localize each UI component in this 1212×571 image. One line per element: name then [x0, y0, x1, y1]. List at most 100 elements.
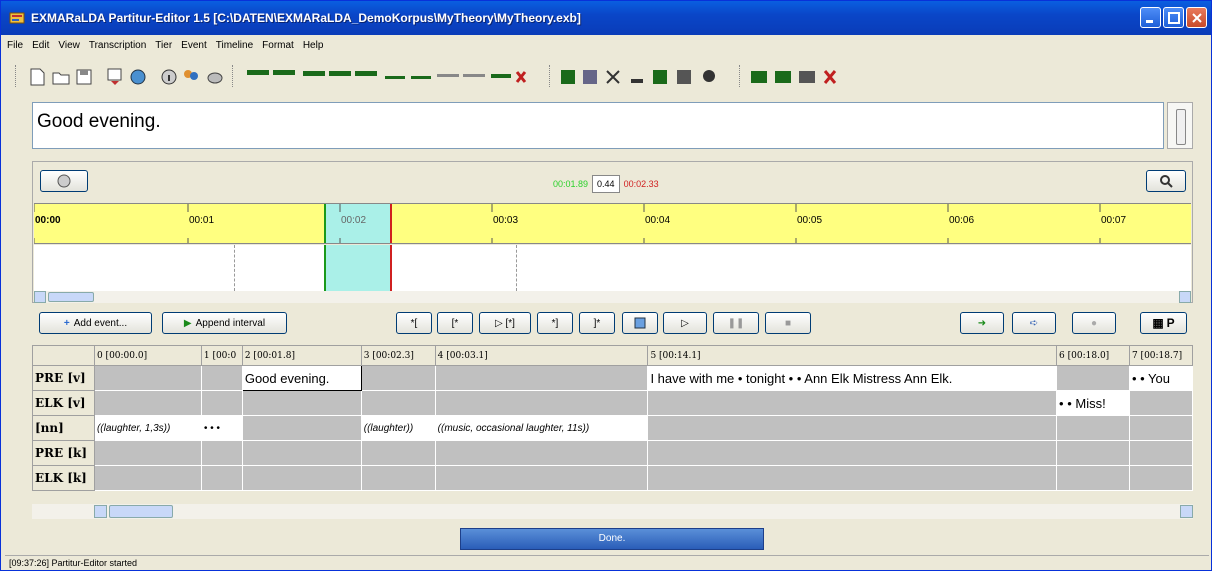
event-cell[interactable]: [434, 440, 649, 466]
menu-format[interactable]: Format: [262, 40, 294, 51]
menu-event[interactable]: Event: [181, 40, 207, 51]
event-cell[interactable]: [360, 365, 436, 391]
grid-scrollbar[interactable]: [32, 504, 1193, 519]
scroll-thumb[interactable]: [48, 292, 94, 302]
event-cell[interactable]: [434, 365, 649, 391]
media-panel-button[interactable]: [40, 170, 88, 192]
tier-label[interactable]: PRE [k]: [32, 440, 95, 466]
open-folder-icon[interactable]: [51, 67, 71, 87]
zoom-button[interactable]: [1146, 170, 1186, 192]
new-file-icon[interactable]: [27, 67, 47, 87]
font-size-slider[interactable]: [1167, 102, 1193, 149]
timepoint-header[interactable]: 4 [00:03.1]: [434, 345, 649, 366]
menu-tier[interactable]: Tier: [155, 40, 172, 51]
scroll-left-arrow[interactable]: [94, 505, 107, 518]
event-cell[interactable]: [1128, 390, 1194, 416]
scroll-thumb[interactable]: [109, 505, 173, 518]
minimize-button[interactable]: [1140, 7, 1161, 28]
event-text-editor[interactable]: Good evening.: [32, 102, 1164, 149]
event-cell[interactable]: [93, 365, 202, 391]
menu-help[interactable]: Help: [303, 40, 324, 51]
event-cell[interactable]: ((laughter)): [360, 415, 436, 441]
event-cell[interactable]: [1128, 465, 1194, 491]
event-cell[interactable]: [647, 465, 1058, 491]
event-cell[interactable]: [200, 465, 243, 491]
event-cell[interactable]: • • •: [200, 415, 243, 441]
tier-label[interactable]: [nn]: [32, 415, 95, 441]
timepoint-header[interactable]: 1 [00:0: [200, 345, 243, 366]
event-cell[interactable]: [1056, 465, 1130, 491]
event-cell[interactable]: [647, 440, 1058, 466]
event-edit-icons[interactable]: [245, 67, 535, 87]
event-cell[interactable]: [93, 390, 202, 416]
event-cell[interactable]: [1056, 365, 1130, 391]
time-ruler[interactable]: 00:00 00:01 00:02 00:03 00:04 00:05 00:0…: [34, 203, 1191, 244]
timeline-edit-icons[interactable]: [749, 67, 849, 87]
event-cell[interactable]: [360, 465, 436, 491]
info-icon[interactable]: [159, 67, 179, 87]
event-cell[interactable]: [200, 390, 243, 416]
add-event-button[interactable]: + Add event...: [39, 312, 152, 334]
scroll-right-arrow[interactable]: [1179, 291, 1191, 303]
event-cell[interactable]: ((music, occasional laughter, 11s)): [434, 415, 649, 441]
play-selection-button[interactable]: ▷ [*]: [479, 312, 531, 334]
timepoint-header[interactable]: 6 [00:18.0]: [1056, 345, 1130, 366]
event-cell[interactable]: • • You: [1128, 365, 1194, 391]
event-cell[interactable]: [360, 440, 436, 466]
tier-label[interactable]: PRE [v]: [32, 365, 95, 391]
event-cell[interactable]: [434, 390, 649, 416]
save-icon[interactable]: [74, 67, 94, 87]
event-cell[interactable]: [241, 465, 362, 491]
event-cell[interactable]: [1128, 415, 1194, 441]
media-icon[interactable]: [205, 67, 225, 87]
event-cell[interactable]: [1056, 415, 1130, 441]
event-cell[interactable]: [647, 390, 1058, 416]
timeline-scrollbar[interactable]: [34, 291, 1191, 303]
event-cell[interactable]: [241, 415, 362, 441]
tier-label[interactable]: ELK [k]: [32, 465, 95, 491]
navigate-button[interactable]: ➪: [1012, 312, 1056, 334]
timepoint-header[interactable]: 0 [00:00.0]: [93, 345, 202, 366]
play-button[interactable]: ▷: [663, 312, 707, 334]
event-cell[interactable]: ((laughter, 1,3s)): [93, 415, 202, 441]
web-icon[interactable]: [128, 67, 148, 87]
event-cell[interactable]: [1128, 440, 1194, 466]
close-button[interactable]: [1186, 7, 1207, 28]
mark-button[interactable]: [*: [437, 312, 473, 334]
event-cell[interactable]: Good evening.: [241, 365, 362, 391]
event-cell[interactable]: [93, 465, 202, 491]
speakers-icon[interactable]: [181, 67, 201, 87]
scroll-right-arrow[interactable]: [1180, 505, 1193, 518]
stop-button[interactable]: ■: [765, 312, 811, 334]
event-cell[interactable]: [241, 440, 362, 466]
event-cell[interactable]: [241, 390, 362, 416]
maximize-button[interactable]: [1163, 7, 1184, 28]
tier-label[interactable]: ELK [v]: [32, 390, 95, 416]
append-interval-button[interactable]: ▶ Append interval: [162, 312, 287, 334]
timepoint-header[interactable]: 7 [00:18.7]: [1128, 345, 1194, 366]
loop-button[interactable]: [622, 312, 658, 334]
event-cell[interactable]: • • Miss!: [1056, 390, 1130, 416]
export-icon[interactable]: [105, 67, 125, 87]
menu-edit[interactable]: Edit: [32, 40, 49, 51]
tier-edit-icons[interactable]: [559, 67, 729, 87]
scroll-left-arrow[interactable]: [34, 291, 46, 303]
mark-button[interactable]: *[: [396, 312, 432, 334]
record-button[interactable]: ●: [1072, 312, 1116, 334]
menu-file[interactable]: File: [7, 40, 23, 51]
event-cell[interactable]: I have with me • tonight • • Ann Elk Mis…: [647, 365, 1058, 391]
timepoint-header[interactable]: 2 [00:01.8]: [241, 345, 362, 366]
slider-thumb[interactable]: [1176, 109, 1186, 145]
event-cell[interactable]: [200, 365, 243, 391]
timepoint-header[interactable]: 3 [00:02.3]: [360, 345, 436, 366]
mark-button[interactable]: ]*: [579, 312, 615, 334]
timepoint-header[interactable]: 5 [00:14.1]: [647, 345, 1058, 366]
event-cell[interactable]: [360, 390, 436, 416]
menu-view[interactable]: View: [58, 40, 80, 51]
event-cell[interactable]: [434, 465, 649, 491]
event-cell[interactable]: [200, 440, 243, 466]
pause-button[interactable]: ❚❚: [713, 312, 759, 334]
menu-transcription[interactable]: Transcription: [89, 40, 146, 51]
mark-button[interactable]: *]: [537, 312, 573, 334]
event-cell[interactable]: [1056, 440, 1130, 466]
